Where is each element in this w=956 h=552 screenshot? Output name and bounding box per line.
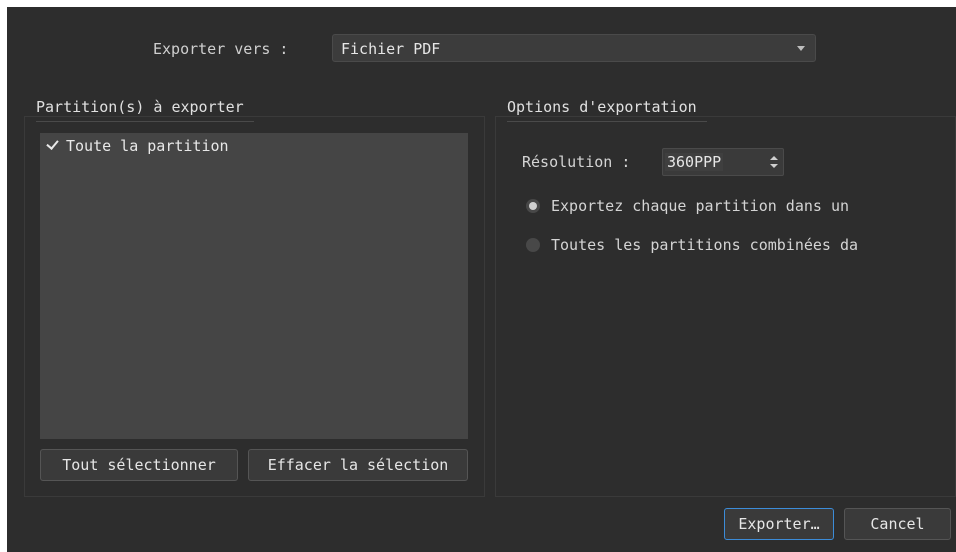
radio-option-label: Exportez chaque partition dans un bbox=[551, 197, 850, 215]
export-button[interactable]: Exporter… bbox=[724, 508, 834, 540]
list-item[interactable]: Toute la partition bbox=[46, 137, 229, 155]
options-group-title-text: Options d'exportation bbox=[507, 98, 697, 116]
chevron-down-icon bbox=[797, 46, 805, 51]
scores-group-title-text: Partition(s) à exporter bbox=[36, 98, 244, 116]
spin-down-icon[interactable] bbox=[770, 164, 778, 168]
list-item-label: Toute la partition bbox=[66, 137, 229, 155]
resolution-label: Résolution : bbox=[522, 153, 631, 171]
cancel-button[interactable]: Cancel bbox=[844, 508, 951, 540]
export-format-dropdown[interactable]: Fichier PDF bbox=[332, 34, 816, 62]
export-target-row: Exporter vers : Fichier PDF bbox=[0, 34, 956, 64]
resolution-value[interactable]: 360PPP bbox=[663, 149, 765, 175]
scores-list[interactable]: Toute la partition bbox=[40, 133, 468, 439]
radio-selected-icon[interactable] bbox=[526, 199, 540, 213]
export-target-label: Exporter vers : bbox=[153, 40, 289, 58]
spin-up-icon[interactable] bbox=[770, 156, 778, 160]
resolution-spinbox[interactable]: 360PPP bbox=[662, 148, 784, 176]
export-format-value: Fichier PDF bbox=[341, 40, 441, 58]
clear-selection-button[interactable]: Effacer la sélection bbox=[248, 449, 468, 481]
resolution-value-text: 360PPP bbox=[665, 153, 724, 171]
checkbox-checked-icon[interactable] bbox=[46, 138, 60, 152]
radio-option-combined-file[interactable]: Toutes les partitions combinées da bbox=[526, 236, 858, 254]
options-group-title: Options d'exportation bbox=[507, 98, 707, 122]
select-all-button[interactable]: Tout sélectionner bbox=[40, 449, 238, 481]
radio-option-label: Toutes les partitions combinées da bbox=[551, 236, 859, 254]
radio-option-separate-files[interactable]: Exportez chaque partition dans un bbox=[526, 197, 849, 215]
radio-unselected-icon[interactable] bbox=[526, 238, 540, 252]
scores-group-title: Partition(s) à exporter bbox=[36, 98, 254, 122]
